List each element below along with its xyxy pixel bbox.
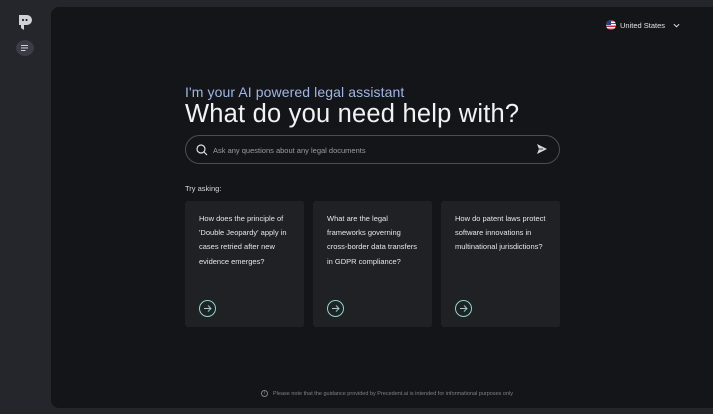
arrow-right-glyph (460, 305, 468, 312)
arrow-right-glyph (204, 305, 212, 312)
info-icon: i (261, 390, 268, 397)
menu-button[interactable] (16, 40, 34, 56)
search-bar (185, 135, 560, 164)
sidebar (0, 0, 50, 414)
suggestion-text: How do patent laws protect software inno… (455, 214, 546, 252)
us-flag-icon (606, 20, 616, 30)
suggestions-label: Try asking: (185, 184, 222, 193)
page-title: What do you need help with? (185, 100, 520, 128)
hero-subtitle: I'm your AI powered legal assistant (185, 84, 405, 100)
disclaimer-text: Please note that the guidance provided b… (273, 390, 514, 397)
suggestion-card[interactable]: What are the legal frameworks governing … (313, 201, 432, 327)
arrow-right-glyph (332, 305, 340, 312)
menu-lines-icon (21, 45, 28, 51)
send-icon[interactable] (536, 143, 548, 155)
chevron-down-icon (673, 23, 680, 28)
arrow-right-icon[interactable] (327, 300, 344, 317)
suggestion-card[interactable]: How does the principle of 'Double Jeopar… (185, 201, 304, 327)
suggestion-text: What are the legal frameworks governing … (327, 214, 418, 266)
country-selector[interactable]: United States (606, 20, 680, 30)
suggestion-card[interactable]: How do patent laws protect software inno… (441, 201, 560, 327)
precedent-logo-icon[interactable] (17, 14, 33, 32)
arrow-right-icon[interactable] (455, 300, 472, 317)
suggestion-text: How does the principle of 'Double Jeopar… (199, 214, 287, 266)
disclaimer-footer: i Please note that the guidance provided… (261, 390, 513, 397)
search-icon (196, 144, 208, 156)
country-label: United States (620, 20, 666, 30)
arrow-right-icon[interactable] (199, 300, 216, 317)
main-panel: United States I'm your AI powered legal … (51, 7, 713, 408)
search-input[interactable] (213, 142, 523, 158)
